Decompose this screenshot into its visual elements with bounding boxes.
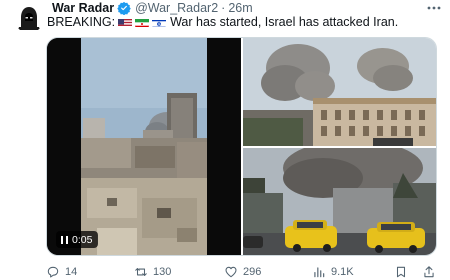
video-player[interactable]: 0:05 xyxy=(47,38,241,255)
verified-badge-icon xyxy=(117,1,131,15)
analytics-icon xyxy=(314,266,325,277)
repost-icon xyxy=(135,267,147,276)
like-count: 296 xyxy=(243,265,262,278)
repost-button[interactable]: 130 xyxy=(134,263,171,280)
street-smoke-image xyxy=(243,140,436,255)
author-avatar[interactable] xyxy=(14,3,44,33)
repost-count: 130 xyxy=(153,265,172,278)
author-name[interactable]: War Radar xyxy=(52,1,114,15)
views-button[interactable]: 9.1K xyxy=(312,263,354,280)
hooded-figure-icon xyxy=(14,3,44,33)
like-button[interactable]: 296 xyxy=(224,263,261,280)
reply-icon xyxy=(47,266,59,277)
iran-flag-icon xyxy=(135,17,150,27)
tweet-media-grid: 0:05 xyxy=(46,37,437,256)
pause-icon[interactable] xyxy=(61,235,68,244)
media-image-2[interactable] xyxy=(243,38,436,146)
bookmark-button[interactable] xyxy=(394,263,413,280)
reply-count: 14 xyxy=(65,265,78,278)
share-button[interactable] xyxy=(422,263,441,280)
more-options-button[interactable] xyxy=(424,0,444,16)
view-count: 9.1K xyxy=(331,265,354,278)
author-handle[interactable]: @War_Radar2 xyxy=(135,1,218,15)
share-icon xyxy=(424,265,434,277)
smoke-over-building-image xyxy=(243,38,436,146)
bookmark-icon xyxy=(396,266,406,277)
tweet-timestamp[interactable]: 26m xyxy=(228,1,252,15)
tweet-actions-bar: 14 130 296 9.1K xyxy=(46,263,440,280)
tweet-text: BREAKING: War has started, Israel has at… xyxy=(47,14,398,30)
reply-button[interactable]: 14 xyxy=(46,263,77,280)
more-dots-icon xyxy=(427,6,441,10)
video-timestamp-badge: 0:05 xyxy=(56,231,99,248)
video-timestamp: 0:05 xyxy=(72,233,93,246)
israel-flag-icon xyxy=(152,17,167,27)
video-thumbnail xyxy=(47,38,241,255)
media-image-3[interactable] xyxy=(243,140,436,255)
separator-dot: · xyxy=(221,1,226,15)
tweet-text-body: War has started, Israel has attacked Ira… xyxy=(170,15,399,29)
tweet-text-prefix: BREAKING: xyxy=(47,15,116,29)
us-flag-icon xyxy=(118,17,133,27)
heart-icon xyxy=(225,266,237,277)
